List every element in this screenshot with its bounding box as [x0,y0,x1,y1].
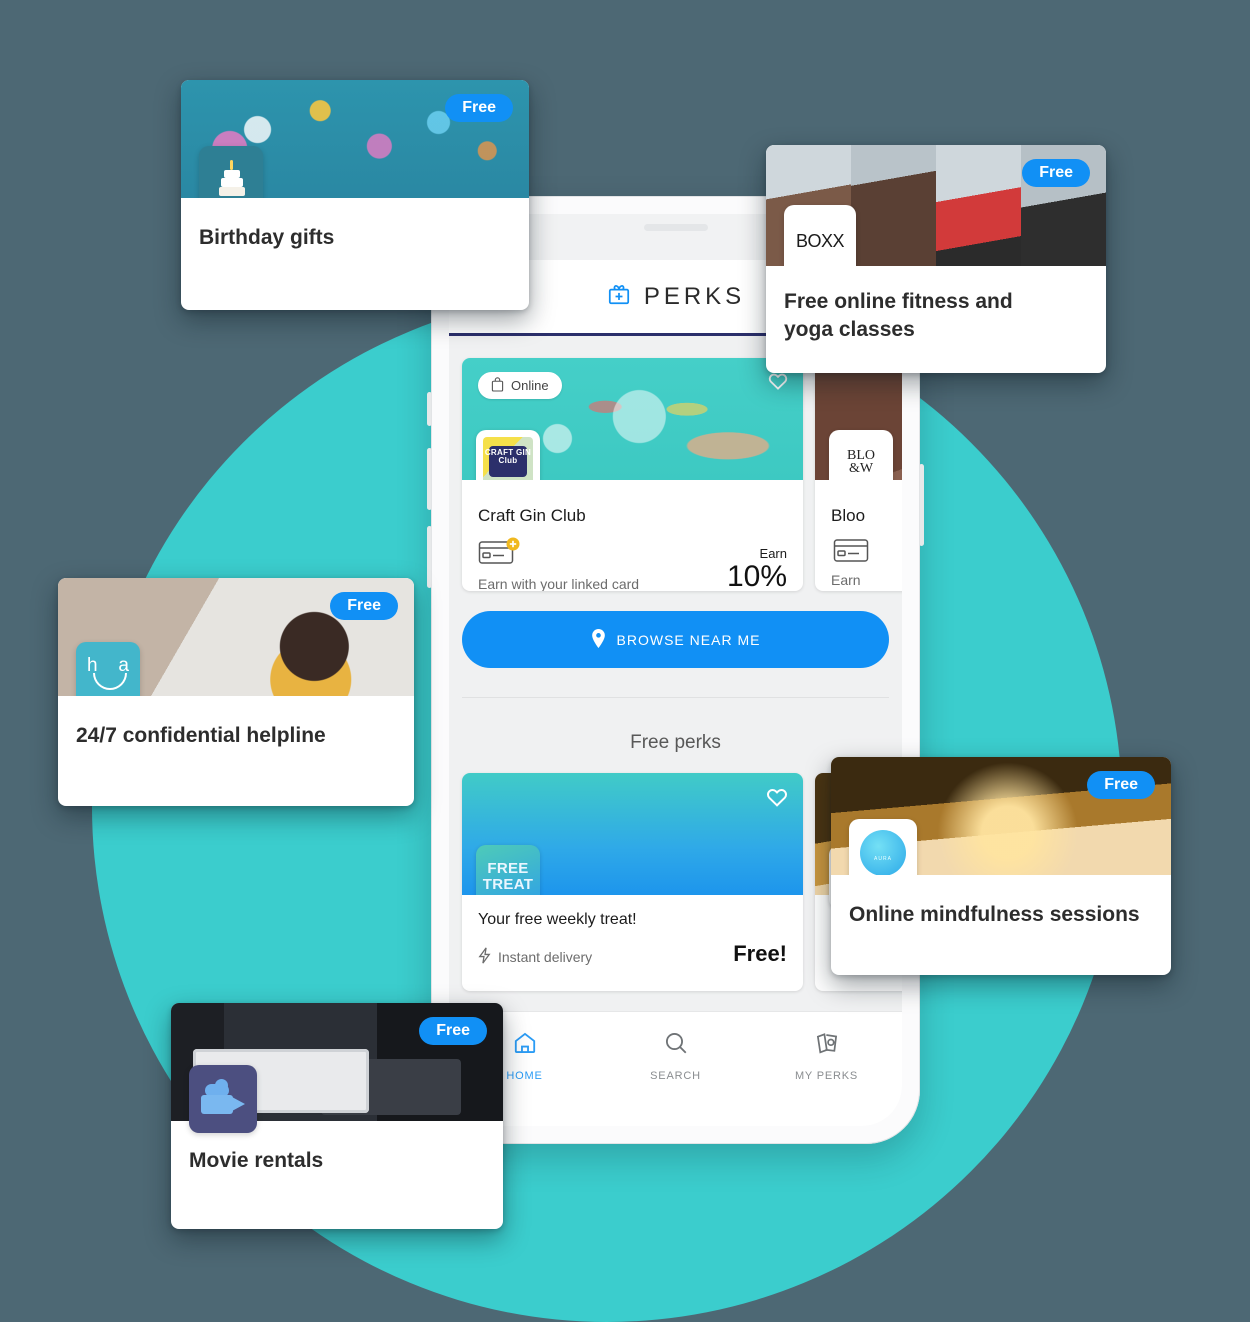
free-treat-logo-text: FREE TREAT [482,860,534,893]
heart-icon[interactable] [767,370,789,397]
perk-subtitle: Instant delivery [478,947,592,967]
free-badge: Free [1087,771,1155,799]
free-badge: Free [330,592,398,620]
floating-card-hero: Free AURA [831,757,1171,875]
merchant-earn-right: Earn 10% [727,546,787,591]
merchant-earn-left: Earn [831,535,871,588]
craft-gin-club-logo: CRAFT GIN Club [483,437,533,480]
location-pin-icon [591,628,606,651]
birthday-cake-icon [199,146,263,198]
boxx-logo-text: BOXX [795,230,845,251]
floating-card-title: Free online fitness and yoga classes [784,290,1013,341]
nav-item-home-label: HOME [506,1070,543,1082]
smile-glyph [93,673,127,690]
online-badge: Online [478,372,562,399]
bottom-navigation-bar: HOME SEARCH MY PERKS [449,1011,902,1126]
merchant-card-craft-gin-club[interactable]: Online CRAFT GIN Club Craft Gin Club Ear… [462,358,803,591]
composition-stage: PERKS Online CRAFT GIN Club Craft Gin Cl… [0,0,1250,1322]
merchant-earn-value: 10% [726,560,787,592]
cake-glyph [211,160,251,196]
merchant-card-carousel[interactable]: Online CRAFT GIN Club Craft Gin Club Ear… [449,358,902,591]
home-icon [512,1030,538,1061]
linked-card-icon [831,539,871,567]
nav-item-search-label: SEARCH [650,1070,701,1082]
merchant-card-hero: BLO &W [815,358,902,480]
merchant-logo-tile: BLO &W [829,430,893,480]
merchant-earn-caption: Earn [831,572,861,588]
floating-card-title: 24/7 confidential helpline [76,724,326,747]
free-badge: Free [1022,159,1090,187]
nav-item-my-perks[interactable]: MY PERKS [751,1030,902,1082]
perk-title: Your free weekly treat! [478,911,637,928]
nav-item-my-perks-label: MY PERKS [794,1070,859,1082]
online-badge-label: Online [511,378,549,393]
floating-card-hero: Free [181,80,529,198]
free-treat-logo-tile: FREE TREAT [476,845,540,895]
merchant-card-body: Bloo Earn [815,480,902,588]
fitness-photo-3 [936,145,1021,266]
perk-meta-row: Instant delivery Free! [478,941,787,967]
floating-card-helpline[interactable]: Free ha 24/7 confidential helpline [58,578,414,806]
merchant-earn-row: Earn [831,535,902,588]
heart-icon[interactable] [765,785,789,814]
floating-card-title: Birthday gifts [199,226,335,249]
camera-glyph [201,1079,245,1114]
phone-earpiece-speaker [643,224,708,231]
merchant-earn-left: Earn with your linked card [478,535,639,591]
shopping-bag-icon [491,376,504,395]
free-perks-section-title: Free perks [630,732,721,753]
merchant-name: Bloo [831,506,866,525]
craft-gin-club-logo-text: CRAFT GIN Club [484,448,532,465]
floating-card-mindfulness[interactable]: Free AURA Online mindfulness sessions [831,757,1171,975]
merchant-earn-caption: Earn with your linked card [478,576,640,591]
perk-card-free-treat[interactable]: FREE TREAT Your free weekly treat! Insta… [462,773,803,991]
free-badge: Free [419,1017,487,1045]
fitness-photo-2 [851,145,936,266]
lightning-bolt-icon [478,947,491,967]
movie-camera-icon [189,1065,257,1133]
health-assured-logo-tile: ha [76,642,140,696]
aura-logo-tile: AURA [849,819,917,875]
browse-near-me-label: BROWSE NEAR ME [616,631,761,648]
merchant-card-hero: Online CRAFT GIN Club [462,358,803,480]
floating-card-fitness[interactable]: Free BOXX Free online fitness and yoga c… [766,145,1106,373]
app-content: Online CRAFT GIN Club Craft Gin Club Ear… [449,336,902,1126]
aura-logo-text: AURA [874,856,892,862]
floating-card-body: Free online fitness and yoga classes [766,266,1106,344]
merchant-card-body: Craft Gin Club Earn with your linked car… [462,480,803,591]
merchant-earn-row: Earn with your linked card Earn 10% [478,535,787,591]
floating-card-body: Birthday gifts [181,198,529,252]
floating-card-body: Online mindfulness sessions [831,875,1171,929]
section-divider [462,697,889,698]
merchant-card-bloom-and-wild[interactable]: BLO &W Bloo Earn [815,358,902,591]
boxx-logo-tile: BOXX [784,205,856,266]
perk-subtitle-label: Instant delivery [498,949,593,965]
merchant-name: Craft Gin Club [478,506,586,525]
floating-card-movie-rentals[interactable]: Free Movie rentals [171,1003,503,1229]
nav-item-search[interactable]: SEARCH [600,1030,751,1082]
perk-price: Free! [733,941,787,966]
browse-near-me-button[interactable]: BROWSE NEAR ME [462,611,889,668]
floating-card-hero: Free ha [58,578,414,696]
linked-card-icon [478,537,524,571]
floating-card-title: Movie rentals [189,1149,324,1172]
floating-card-title: Online mindfulness sessions [849,903,1140,926]
tickets-icon [814,1030,840,1061]
perk-card-hero: FREE TREAT [462,773,803,895]
search-icon [663,1030,689,1061]
health-assured-logo: ha [85,655,131,693]
floating-card-body: 24/7 confidential helpline [58,696,414,750]
merchant-logo-tile: CRAFT GIN Club [476,430,540,480]
gift-box-icon [606,281,632,312]
bloom-and-wild-logo: BLO &W [847,448,875,476]
aura-logo: AURA [860,830,906,875]
floating-card-hero: Free BOXX [766,145,1106,266]
merchant-earn-label: Earn [759,546,787,561]
free-badge: Free [445,94,513,122]
app-title: PERKS [643,282,746,310]
floating-card-birthday-gifts[interactable]: Free Birthday gifts [181,80,529,310]
